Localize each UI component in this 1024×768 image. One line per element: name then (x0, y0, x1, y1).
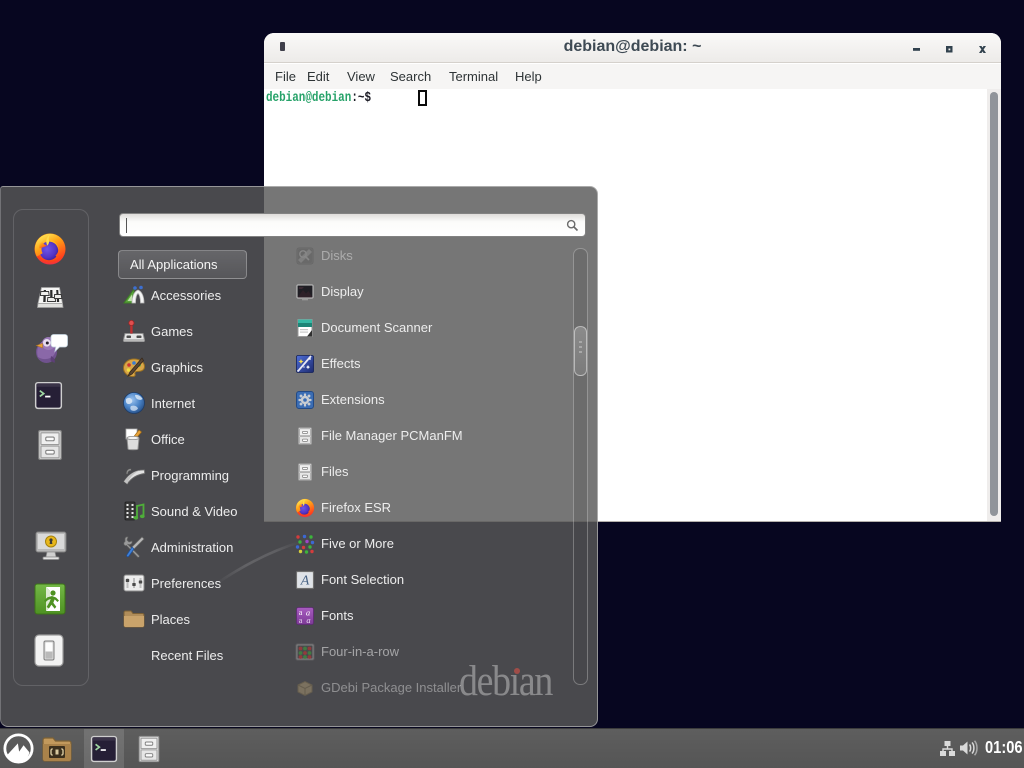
svg-text:a: a (306, 615, 310, 625)
svg-text:A: A (300, 574, 310, 589)
svg-text:a: a (299, 616, 303, 625)
